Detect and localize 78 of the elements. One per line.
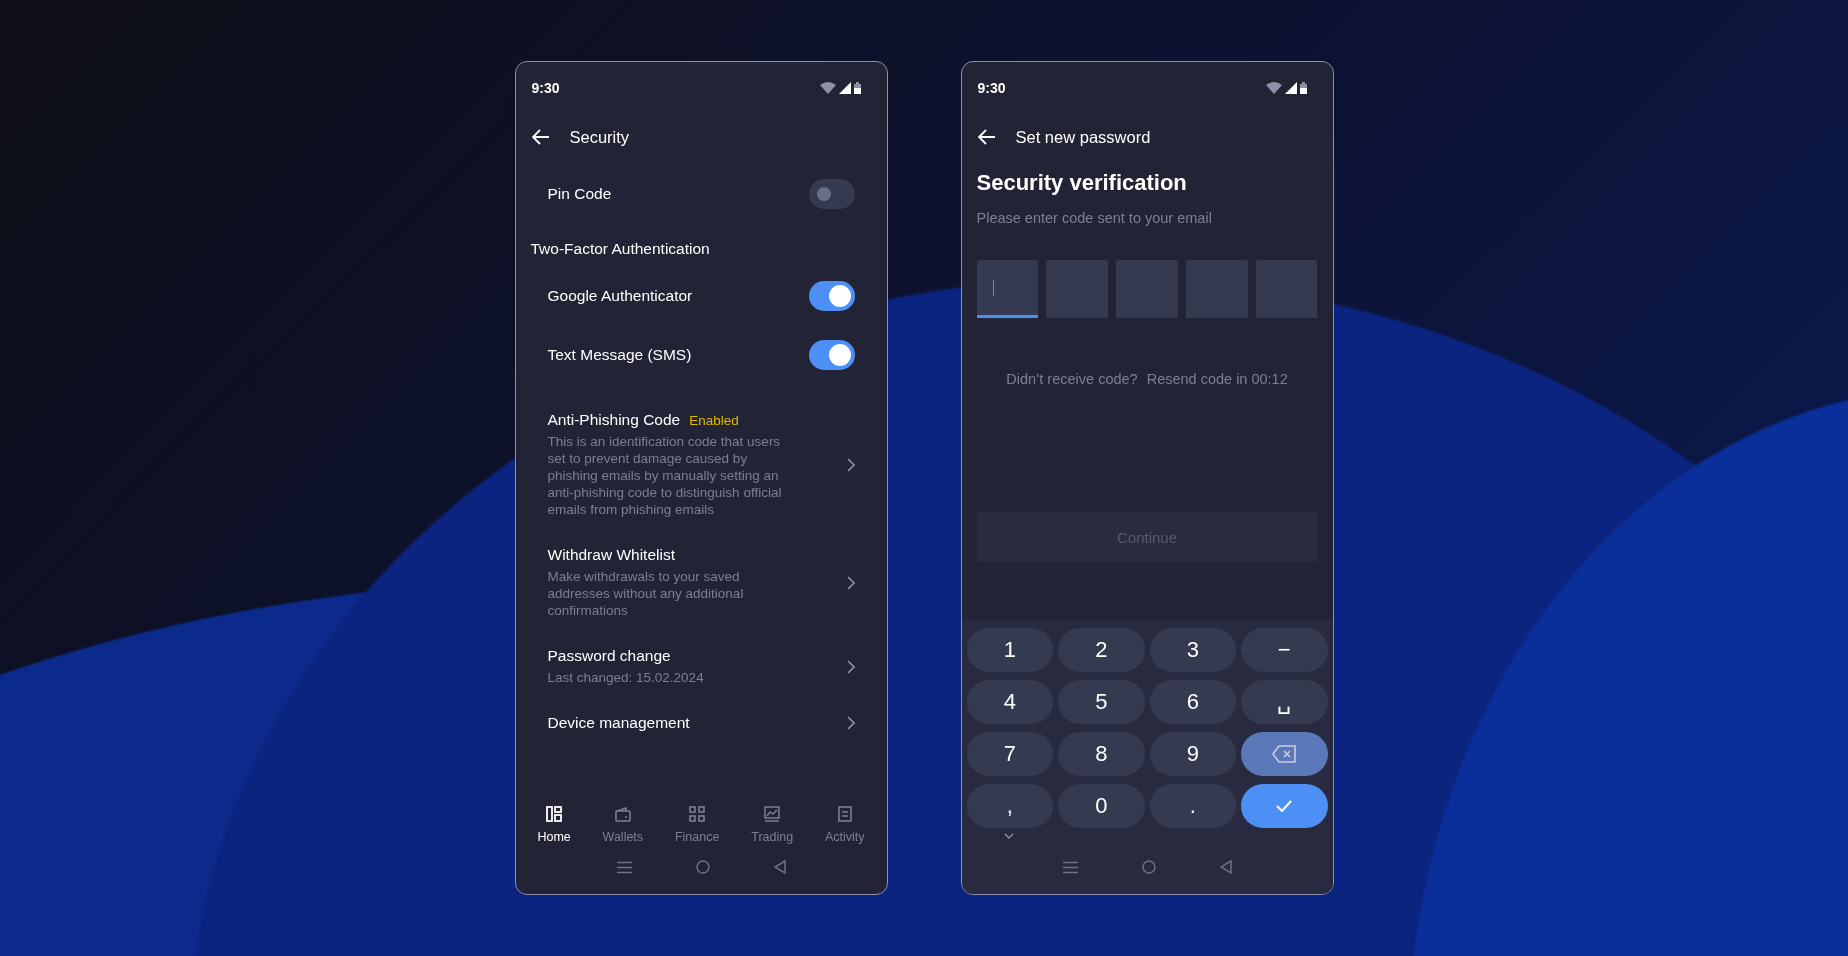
setting-label: Google Authenticator <box>547 287 693 305</box>
menu-item-title: Password change <box>547 647 671 665</box>
code-input-box[interactable] <box>1116 260 1178 318</box>
setting-label: Text Message (SMS) <box>547 346 692 364</box>
back-triangle-icon[interactable] <box>773 860 786 874</box>
keypad-key[interactable]: 8 <box>1058 732 1145 776</box>
backspace-key[interactable] <box>1241 732 1328 776</box>
back-button[interactable] <box>531 129 550 145</box>
confirm-key[interactable] <box>1241 784 1328 828</box>
wifi-icon <box>1265 82 1282 94</box>
chevron-down-icon[interactable] <box>1003 833 1014 839</box>
menu-item-title: Device management <box>547 714 690 732</box>
keypad-key[interactable]: 3 <box>1149 628 1236 672</box>
section-title: Two-Factor Authentication <box>529 240 711 258</box>
menu-item[interactable]: Withdraw Whitelist Make withdrawals to your saved addresses without any additional confirmations <box>515 546 887 619</box>
keypad-key[interactable]: 1 <box>966 628 1053 672</box>
setting-label: Pin Code <box>547 185 612 203</box>
home-circle-icon[interactable] <box>695 860 710 874</box>
check-icon <box>1276 800 1293 812</box>
menu-item-description: Last changed: 15.02.2024 <box>547 669 705 686</box>
keypad-key[interactable]: 9 <box>1149 732 1236 776</box>
signal-icon <box>838 82 851 94</box>
code-input-box[interactable] <box>976 260 1039 318</box>
nav-tab[interactable]: Home <box>531 806 577 844</box>
menu-icon[interactable] <box>1062 860 1078 874</box>
battery-icon <box>1299 82 1307 94</box>
nav-tab[interactable]: Wallets <box>596 806 650 844</box>
keypad-key[interactable]: , <box>966 784 1053 828</box>
keypad-key[interactable]: 2 <box>1058 628 1145 672</box>
grid-icon <box>689 806 706 822</box>
keypad-key[interactable]: 5 <box>1058 680 1145 724</box>
chevron-right-icon <box>846 716 855 730</box>
document-icon <box>837 806 852 822</box>
menu-item-title: Anti-Phishing Code <box>547 411 681 429</box>
menu-item[interactable]: Password change Last changed: 15.02.2024 <box>515 647 887 686</box>
toggle-switch[interactable] <box>808 340 855 370</box>
menu-item[interactable]: Device management <box>515 714 887 732</box>
home-circle-icon[interactable] <box>1141 860 1156 874</box>
resend-timer: Resend code in 00:12 <box>1146 371 1288 387</box>
status-time: 9:30 <box>977 80 1006 96</box>
code-input-box[interactable] <box>1046 260 1109 318</box>
page-heading: Security verification <box>976 170 1188 196</box>
menu-icon[interactable] <box>616 860 632 874</box>
nav-tab[interactable]: Finance <box>668 806 726 844</box>
screen-title: Security <box>569 127 630 147</box>
dashboard-icon <box>546 806 563 822</box>
keypad-key[interactable]: . <box>1149 784 1236 828</box>
keypad-key[interactable]: 6 <box>1149 680 1236 724</box>
back-button[interactable] <box>977 129 996 145</box>
status-time: 9:30 <box>531 80 560 96</box>
status-label: Enabled <box>689 413 739 428</box>
keypad-key[interactable]: 4 <box>966 680 1053 724</box>
toggle-switch[interactable] <box>808 179 855 209</box>
toggle-switch[interactable] <box>808 281 855 311</box>
wallet-icon <box>614 806 631 822</box>
chevron-right-icon <box>846 575 855 590</box>
backspace-icon <box>1272 745 1297 763</box>
code-input-box[interactable] <box>1255 260 1318 318</box>
screen-title: Set new password <box>1015 127 1151 147</box>
keypad-key[interactable]: 0 <box>1058 784 1145 828</box>
menu-item-description: Make withdrawals to your saved addresses without any additional confirmations <box>547 568 745 619</box>
chevron-right-icon <box>846 457 855 472</box>
code-input-box[interactable] <box>1185 260 1248 318</box>
menu-item-title: Withdraw Whitelist <box>547 546 675 564</box>
battery-icon <box>853 82 861 94</box>
chevron-right-icon <box>846 659 855 674</box>
keypad-key[interactable]: − <box>1241 628 1328 672</box>
keypad-key[interactable]: 7 <box>966 732 1053 776</box>
instruction-text: Please enter code sent to your email <box>976 210 1213 226</box>
signal-icon <box>1284 82 1297 94</box>
nav-tab[interactable]: Activity <box>819 806 871 844</box>
back-triangle-icon[interactable] <box>1219 860 1232 874</box>
menu-item-description: This is an identification code that users set to prevent damage caused by phishing emails by manually setting an anti-phishing code to distinguish official emails from phishing emails <box>547 433 783 518</box>
wifi-icon <box>819 82 836 94</box>
nav-tab[interactable]: Trading <box>745 806 800 844</box>
keypad-key[interactable]: ␣ <box>1241 680 1328 724</box>
resend-prompt: Didn’t receive code? <box>1006 371 1138 387</box>
chart-icon <box>764 806 781 822</box>
